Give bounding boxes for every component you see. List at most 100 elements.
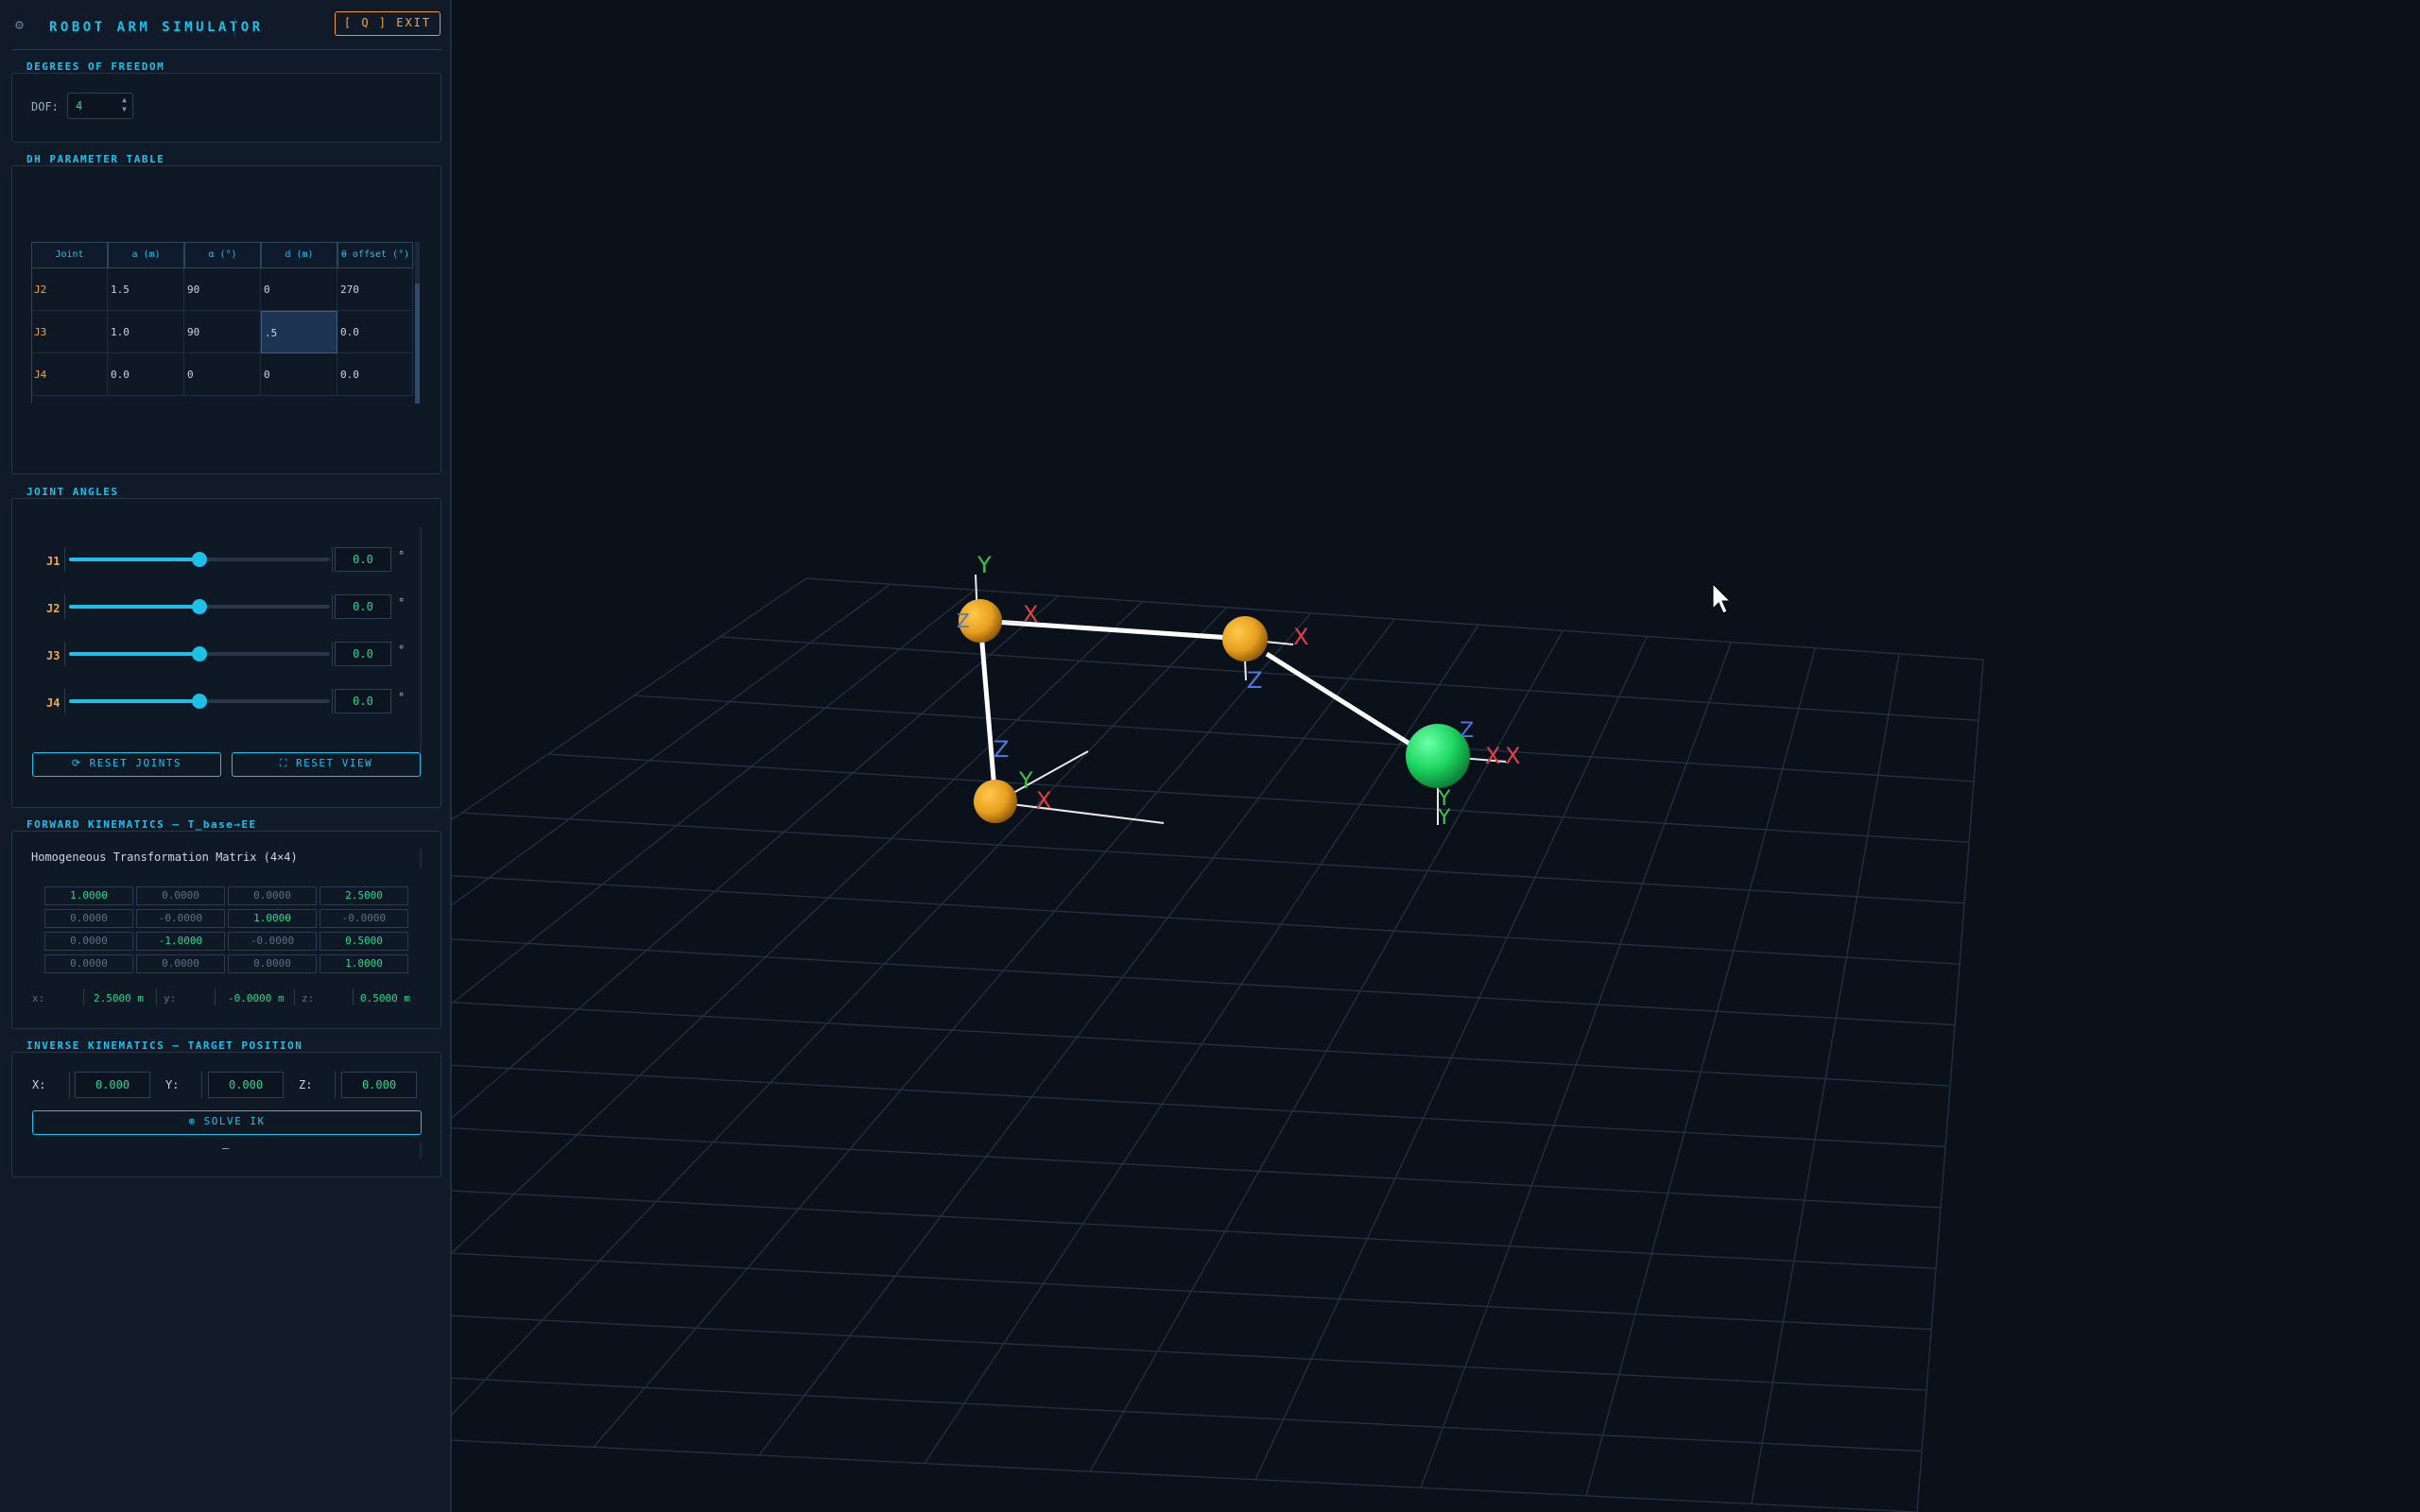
grid-line <box>452 1377 1923 1452</box>
axis-label-x: X <box>1293 624 1308 650</box>
dh-cell-joint[interactable]: J4 <box>31 353 108 396</box>
divider <box>64 642 65 666</box>
grid-line <box>452 1252 1932 1331</box>
dof-label: DOF: <box>31 100 59 113</box>
dh-cell-alpha[interactable]: 90 <box>184 268 261 311</box>
fk-scrollbar[interactable] <box>420 849 422 868</box>
table-border-left <box>31 242 32 404</box>
grid-line <box>1585 647 1816 1497</box>
dh-cell-alpha[interactable]: 0 <box>184 353 261 396</box>
matrix-title: Homogeneous Transformation Matrix (4×4) <box>31 850 298 864</box>
dh-cell-alpha[interactable]: 90 <box>184 311 261 353</box>
reset-view-button[interactable]: ⛶ RESET VIEW <box>232 752 421 777</box>
dh-cell-theta[interactable]: 270 <box>337 268 413 311</box>
dof-panel: DOF: 4 ▲ ▼ <box>11 73 441 143</box>
axis-label-z: Z <box>994 736 1009 763</box>
gear-icon: ⚙ <box>15 16 25 33</box>
slider-fill <box>69 558 199 561</box>
dh-cell-a[interactable]: 1.0 <box>108 311 184 353</box>
matrix-cell: -0.0000 <box>320 909 408 928</box>
divider <box>156 988 157 1005</box>
pos-x-value: 2.5000 m <box>94 992 144 1005</box>
dof-spinbox[interactable]: 4 ▲ ▼ <box>67 93 133 119</box>
ik-status: — <box>222 1142 230 1155</box>
dh-cell-theta[interactable]: 0.0 <box>337 311 413 353</box>
3d-viewport[interactable]: Y X Z X Z Z Y X Z X X Y Y <box>452 0 2420 1512</box>
ik-panel: X: 0.000 Y: 0.000 Z: 0.000 ⊕ SOLVE IK — <box>11 1052 441 1177</box>
dh-cell-a[interactable]: 1.5 <box>108 268 184 311</box>
dof-value[interactable]: 4 <box>76 99 82 112</box>
slider-thumb[interactable] <box>192 599 207 614</box>
dh-header-joint[interactable]: Joint <box>31 242 108 268</box>
matrix-cell: -1.0000 <box>136 932 225 951</box>
pos-x-label: x: <box>32 992 45 1005</box>
dh-panel: Joint a (m) α (°) d (m) θ offset (°) J2 … <box>11 165 441 474</box>
grid-line <box>452 1127 1942 1209</box>
dh-cell-a[interactable]: 0.0 <box>108 353 184 396</box>
joint-angle-input[interactable]: 0.0 <box>335 547 391 572</box>
joints-scrollbar[interactable] <box>420 527 422 762</box>
grid-line <box>452 1314 1927 1391</box>
dh-header-d[interactable]: d (m) <box>261 242 337 268</box>
solve-ik-button[interactable]: ⊕ SOLVE IK <box>32 1110 422 1135</box>
axis-label-x: X <box>1036 787 1051 814</box>
divider <box>69 1072 70 1098</box>
dh-cell-d[interactable]: 0 <box>261 268 337 311</box>
table-scrollbar-thumb[interactable] <box>415 284 420 404</box>
matrix-cell: -0.0000 <box>136 909 225 928</box>
grid-line <box>452 594 1060 1119</box>
ik-z-input[interactable]: 0.000 <box>341 1072 417 1098</box>
joint-slider[interactable] <box>69 599 330 614</box>
title-divider <box>234 17 235 38</box>
joint-slider[interactable] <box>69 646 330 662</box>
dh-cell-joint[interactable]: J2 <box>31 268 108 311</box>
joint-label: J1 <box>46 555 60 568</box>
dh-header-alpha[interactable]: α (°) <box>184 242 261 268</box>
dh-header-theta[interactable]: θ offset (°) <box>337 242 413 268</box>
exit-button[interactable]: [ Q ] EXIT <box>335 11 441 36</box>
grid-line <box>452 577 807 821</box>
dh-cell-theta[interactable]: 0.0 <box>337 353 413 396</box>
divider <box>64 689 65 713</box>
joint-slider[interactable] <box>69 694 330 709</box>
dh-cell-joint[interactable]: J3 <box>31 311 108 353</box>
degree-unit: ° <box>398 596 406 610</box>
spin-arrows-icon[interactable]: ▲ ▼ <box>122 95 127 114</box>
dh-cell-d[interactable]: 0 <box>261 353 337 396</box>
joint-label: J2 <box>46 602 60 615</box>
ik-x-label: X: <box>32 1078 46 1091</box>
joint-sphere[interactable] <box>974 780 1017 823</box>
joint-sphere[interactable] <box>1222 616 1268 662</box>
grid-line <box>452 1001 1951 1087</box>
slider-thumb[interactable] <box>192 646 207 662</box>
pos-y-value: -0.0000 m <box>228 992 285 1005</box>
joints-panel: J1 0.0 ° J2 0.0 ° J3 0.0 ° J4 0.0 ° ⟳ RE… <box>11 498 441 808</box>
slider-thumb[interactable] <box>192 694 207 709</box>
matrix-cell: 0.0000 <box>44 909 133 928</box>
dh-header-a[interactable]: a (m) <box>108 242 184 268</box>
matrix-cell: -0.0000 <box>228 932 317 951</box>
joint-angle-input[interactable]: 0.0 <box>335 594 391 619</box>
matrix-cell: 0.0000 <box>44 954 133 973</box>
grid-line <box>452 1064 1946 1148</box>
dh-cell-d-editing[interactable]: .5 <box>261 311 337 353</box>
grid-line <box>452 1439 1918 1512</box>
dh-table: Joint a (m) α (°) d (m) θ offset (°) J2 … <box>31 242 420 404</box>
ik-x-input[interactable]: 0.000 <box>75 1072 150 1098</box>
axis-label-y: Y <box>1437 806 1451 830</box>
axis-label-z: Z <box>1460 719 1474 743</box>
app-header: ⚙ ROBOT ARM SIMULATOR [ Q ] EXIT <box>11 11 442 50</box>
ik-y-input[interactable]: 0.000 <box>208 1072 284 1098</box>
grid-line <box>1420 642 1732 1488</box>
ik-scrollbar[interactable] <box>420 1142 422 1159</box>
axis-label-x: X <box>1505 743 1520 769</box>
joint-slider[interactable] <box>69 552 330 567</box>
joint-angle-input[interactable]: 0.0 <box>335 642 391 666</box>
grid-line <box>452 607 1228 1416</box>
axis-label-z: Z <box>1247 667 1262 694</box>
pos-y-label: y: <box>164 992 177 1005</box>
reset-joints-button[interactable]: ⟳ RESET JOINTS <box>32 752 221 777</box>
grid-line <box>452 1190 1937 1269</box>
slider-thumb[interactable] <box>192 552 207 567</box>
joint-angle-input[interactable]: 0.0 <box>335 689 391 713</box>
